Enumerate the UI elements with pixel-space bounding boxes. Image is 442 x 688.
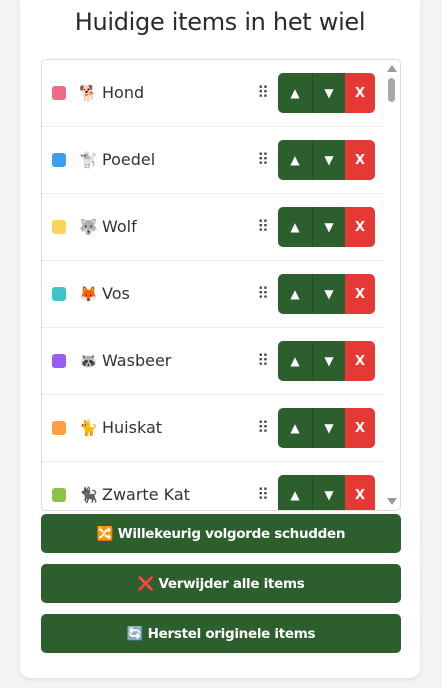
animal-emoji-icon: 🐈 [79, 419, 98, 437]
delete-item-button[interactable]: X [345, 341, 375, 381]
move-up-button[interactable]: ▲ [278, 408, 312, 448]
move-down-button[interactable]: ▼ [312, 274, 345, 314]
items-list[interactable]: 🐕 Hond ⠿ ▲ ▼ X 🐩 Poedel ⠿ ▲ ▼ X 🐺 Wolf ⠿… [41, 59, 401, 511]
list-item[interactable]: 🦝 Wasbeer ⠿ ▲ ▼ X [42, 328, 384, 395]
restore-icon: 🔄 [126, 626, 144, 642]
shuffle-icon: 🔀 [96, 526, 114, 542]
page-title: Huidige items in het wiel [74, 8, 366, 36]
scroll-thumb[interactable] [388, 78, 395, 102]
move-down-button[interactable]: ▼ [312, 408, 345, 448]
move-up-button[interactable]: ▲ [278, 207, 312, 247]
animal-emoji-icon: 🐕 [79, 84, 98, 102]
list-item[interactable]: 🐺 Wolf ⠿ ▲ ▼ X [42, 194, 384, 261]
list-item[interactable]: 🐕 Hond ⠿ ▲ ▼ X [42, 60, 384, 127]
delete-item-button[interactable]: X [345, 73, 375, 113]
move-down-button[interactable]: ▼ [312, 207, 345, 247]
color-swatch [52, 220, 66, 234]
list-item[interactable]: 🐩 Poedel ⠿ ▲ ▼ X [42, 127, 384, 194]
remove-all-items-button[interactable]: ❌ Verwijder alle items [41, 564, 401, 603]
list-item[interactable]: 🦊 Vos ⠿ ▲ ▼ X [42, 261, 384, 328]
remove-all-label: Verwijder alle items [158, 576, 305, 592]
move-up-button[interactable]: ▲ [278, 475, 312, 510]
move-up-button[interactable]: ▲ [278, 73, 312, 113]
item-name: Zwarte Kat [102, 485, 190, 504]
item-name: Wasbeer [102, 351, 172, 370]
restore-label: Herstel originele items [147, 626, 316, 642]
scroll-down-arrow-icon[interactable] [387, 498, 397, 505]
restore-original-items-button[interactable]: 🔄 Herstel originele items [41, 614, 401, 653]
drag-handle-icon[interactable]: ⠿ [257, 486, 269, 504]
color-swatch [52, 354, 66, 368]
move-up-button[interactable]: ▲ [278, 341, 312, 381]
list-scrollbar[interactable] [384, 60, 400, 510]
list-item[interactable]: 🐈 Huiskat ⠿ ▲ ▼ X [42, 395, 384, 462]
delete-item-button[interactable]: X [345, 140, 375, 180]
drag-handle-icon[interactable]: ⠿ [257, 151, 269, 169]
delete-item-button[interactable]: X [345, 274, 375, 314]
animal-emoji-icon: 🐺 [79, 218, 98, 236]
delete-item-button[interactable]: X [345, 408, 375, 448]
shuffle-order-button[interactable]: 🔀 Willekeurig volgorde schudden [41, 514, 401, 553]
move-down-button[interactable]: ▼ [312, 73, 345, 113]
move-up-button[interactable]: ▲ [278, 140, 312, 180]
drag-handle-icon[interactable]: ⠿ [257, 84, 269, 102]
color-swatch [52, 488, 66, 502]
item-name: Wolf [102, 217, 137, 236]
animal-emoji-icon: 🦝 [79, 352, 98, 370]
delete-item-button[interactable]: X [345, 207, 375, 247]
drag-handle-icon[interactable]: ⠿ [257, 352, 269, 370]
item-name: Poedel [102, 150, 156, 169]
animal-emoji-icon: 🦊 [79, 285, 98, 303]
color-swatch [52, 421, 66, 435]
color-swatch [52, 153, 66, 167]
item-name: Vos [102, 284, 130, 303]
item-name: Hond [102, 83, 145, 102]
drag-handle-icon[interactable]: ⠿ [257, 419, 269, 437]
delete-item-button[interactable]: X [345, 475, 375, 510]
animal-emoji-icon: 🐈‍⬛ [79, 486, 98, 504]
drag-handle-icon[interactable]: ⠿ [257, 218, 269, 236]
move-down-button[interactable]: ▼ [312, 341, 345, 381]
drag-handle-icon[interactable]: ⠿ [257, 285, 269, 303]
cross-icon: ❌ [137, 576, 155, 592]
shuffle-label: Willekeurig volgorde schudden [117, 526, 346, 542]
wheel-items-card: Huidige items in het wiel 🐕 Hond ⠿ ▲ ▼ X… [20, 0, 420, 678]
move-down-button[interactable]: ▼ [312, 475, 345, 510]
list-item[interactable]: 🐈‍⬛ Zwarte Kat ⠿ ▲ ▼ X [42, 462, 384, 510]
item-name: Huiskat [102, 418, 163, 437]
animal-emoji-icon: 🐩 [79, 151, 98, 169]
move-down-button[interactable]: ▼ [312, 140, 345, 180]
scroll-up-arrow-icon[interactable] [387, 65, 397, 72]
color-swatch [52, 287, 66, 301]
color-swatch [52, 86, 66, 100]
move-up-button[interactable]: ▲ [278, 274, 312, 314]
